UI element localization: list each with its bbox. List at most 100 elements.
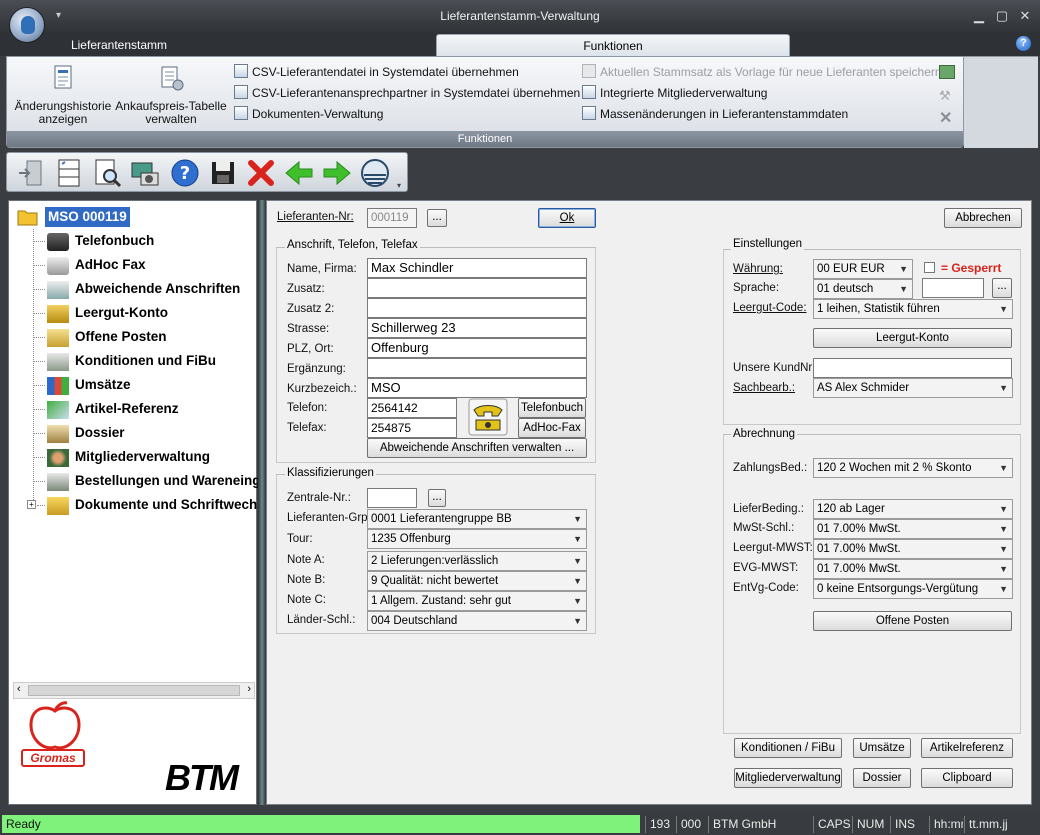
svg-text:?: ? — [180, 163, 190, 184]
tree-item-dokumente[interactable]: Dokumente und Schriftwechsel — [75, 496, 259, 520]
tree-item-bestellungen[interactable]: Bestellungen und Wareneingang — [75, 472, 259, 496]
close-icon[interactable]: ✕ — [1016, 8, 1034, 24]
tree-item-abweichende-anschriften[interactable]: Abweichende Anschriften — [75, 280, 259, 304]
name-firma-field[interactable]: Max Schindler — [367, 258, 587, 278]
leergut-mwst-select[interactable]: 01 7.00% MwSt. ▼ — [813, 539, 1013, 559]
previous-arrow-icon[interactable] — [283, 157, 315, 189]
scroll-left-icon[interactable]: ‹ — [17, 683, 21, 695]
evg-mwst-select[interactable]: 01 7.00% MwSt. ▼ — [813, 559, 1013, 579]
zusatz2-field[interactable] — [367, 298, 587, 318]
save-disk-icon[interactable] — [207, 157, 239, 189]
csv-ansprechpartner-button[interactable]: CSV-Lieferantenansprechpartner in System… — [234, 83, 580, 104]
entvg-code-select[interactable]: 0 keine Entsorgungs-Vergütung ▼ — [813, 579, 1013, 599]
minimize-icon[interactable]: ▁ — [970, 8, 988, 24]
ergaenzung-field[interactable] — [367, 358, 587, 378]
tree-item-artikel-referenz[interactable]: Artikel-Referenz — [75, 400, 259, 424]
gesperrt-checkbox[interactable] — [924, 262, 935, 273]
phone-dial-icon[interactable] — [468, 398, 508, 436]
adhoc-fax-button[interactable]: AdHoc-Fax — [518, 418, 586, 438]
sachbearb-select[interactable]: AS Alex Schmider ▼ — [813, 378, 1013, 398]
telefonbuch-button[interactable]: Telefonbuch — [518, 398, 586, 418]
tree-item-telefonbuch[interactable]: Telefonbuch — [75, 232, 259, 256]
csv-lieferantendatei-button[interactable]: CSV-Lieferantendatei in Systemdatei über… — [234, 62, 580, 83]
panel-splitter[interactable] — [258, 200, 266, 805]
leergut-mwst-value: 01 7.00% MwSt. — [817, 543, 901, 555]
ankaufspreis-tabelle-button[interactable]: Ankaufspreis-Tabelle verwalten — [115, 63, 227, 126]
globe-sync-icon[interactable] — [359, 157, 391, 189]
tab-lieferantenstamm[interactable]: Lieferantenstamm — [54, 34, 184, 56]
zentrale-nr-field[interactable] — [367, 488, 417, 508]
note-a-select[interactable]: 2 Lieferungen:verlässlich ▼ — [367, 551, 587, 571]
toolbar-overflow-icon[interactable]: ▾ — [397, 181, 401, 190]
scroll-right-icon[interactable]: › — [247, 683, 251, 695]
scrollbar-thumb[interactable] — [28, 685, 240, 696]
abweichende-anschriften-button[interactable]: Abweichende Anschriften verwalten ... — [367, 438, 587, 458]
next-arrow-icon[interactable] — [321, 157, 353, 189]
plz-ort-field[interactable]: Offenburg — [367, 338, 587, 358]
massenaenderungen-button[interactable]: Massenänderungen in Lieferantenstammdate… — [582, 104, 942, 125]
aenderungshistorie-button[interactable]: Änderungshistorie anzeigen — [11, 63, 115, 126]
zusatz-field[interactable] — [367, 278, 587, 298]
status-field-2: 000 — [676, 816, 706, 833]
tree-root-node[interactable]: MSO 000119 — [45, 207, 130, 227]
offene-posten-button[interactable]: Offene Posten — [813, 611, 1012, 631]
mwst-schl-select[interactable]: 01 7.00% MwSt. ▼ — [813, 519, 1013, 539]
zentrale-nr-browse-button[interactable]: ... — [428, 489, 446, 507]
telefax-label: Telefax: — [287, 422, 327, 434]
telefax-field[interactable]: 254875 — [367, 418, 457, 438]
strasse-field[interactable]: Schillerweg 23 — [367, 318, 587, 338]
tree-item-mitgliederverwaltung[interactable]: Mitgliederverwaltung — [75, 448, 259, 472]
camera-monitor-icon[interactable] — [129, 157, 161, 189]
tree-horizontal-scrollbar[interactable]: ‹ › — [13, 682, 255, 699]
lieferanten-nr-browse-button[interactable]: ... — [427, 209, 447, 227]
umsaetze-button[interactable]: Umsätze — [853, 738, 911, 758]
lieferanten-nr-field[interactable]: 000119 — [367, 208, 417, 228]
sprache-select[interactable]: 01 deutsch ▼ — [813, 279, 913, 299]
mitgliederverwaltung-ribbon-button[interactable]: Integrierte Mitgliederverwaltung — [582, 83, 942, 104]
note-c-select[interactable]: 1 Allgem. Zustand: sehr gut ▼ — [367, 591, 587, 611]
mitgliederverwaltung-button[interactable]: Mitgliederverwaltung — [734, 768, 842, 788]
sprache-browse-button[interactable]: ... — [992, 278, 1012, 298]
abbrechen-button[interactable]: Abbrechen — [944, 208, 1022, 228]
tree-item-umsaetze[interactable]: Umsätze — [75, 376, 259, 400]
leergut-konto-button[interactable]: Leergut-Konto — [813, 328, 1012, 348]
tree-item-konditionen-fibu[interactable]: Konditionen und FiBu — [75, 352, 259, 376]
tree-expand-icon[interactable]: + — [27, 500, 36, 509]
lieferanten-grp-select[interactable]: 0001 Lieferantengruppe BB ▼ — [367, 509, 587, 529]
laender-schl-select[interactable]: 004 Deutschland ▼ — [367, 611, 587, 631]
leergut-code-select[interactable]: 1 leihen, Statistik führen ▼ — [813, 299, 1013, 319]
search-document-icon[interactable] — [91, 157, 123, 189]
maximize-icon[interactable]: ▢ — [993, 8, 1011, 24]
excel-export-icon[interactable] — [939, 65, 955, 79]
waehrung-select[interactable]: 00 EUR EUR ▼ — [813, 259, 913, 279]
sprache-extra-field[interactable] — [922, 278, 984, 298]
note-b-select[interactable]: 9 Qualität: nicht bewertet ▼ — [367, 571, 587, 591]
exit-door-icon[interactable] — [15, 157, 47, 189]
konditionen-fibu-button[interactable]: Konditionen / FiBu — [734, 738, 842, 758]
app-menu-icon[interactable] — [9, 7, 45, 43]
zahlungsbed-select[interactable]: 120 2 Wochen mit 2 % Skonto ▼ — [813, 458, 1013, 478]
quick-access-dropdown-icon[interactable]: ▾ — [56, 10, 61, 21]
tree-item-offene-posten[interactable]: Offene Posten — [75, 328, 259, 352]
kurzbezeich-field[interactable]: MSO — [367, 378, 587, 398]
chevron-down-icon: ▼ — [573, 556, 582, 566]
dossier-button[interactable]: Dossier — [853, 768, 911, 788]
tour-select[interactable]: 1235 Offenburg ▼ — [367, 529, 587, 549]
tree-item-adhoc-fax[interactable]: AdHoc Fax — [75, 256, 259, 280]
kundnr-field[interactable] — [813, 358, 1012, 378]
ok-button[interactable]: Ok — [538, 208, 596, 228]
template-save-icon — [582, 64, 596, 78]
help-question-icon[interactable]: ? — [169, 157, 201, 189]
tree-item-leergut-konto[interactable]: Leergut-Konto — [75, 304, 259, 328]
lieferbeding-select[interactable]: 120 ab Lager ▼ — [813, 499, 1013, 519]
telefon-field[interactable]: 2564142 — [367, 398, 457, 418]
help-icon[interactable]: ? — [1016, 36, 1031, 51]
artikelreferenz-button[interactable]: Artikelreferenz — [921, 738, 1013, 758]
clipboard-button[interactable]: Clipboard — [921, 768, 1013, 788]
tab-funktionen[interactable]: Funktionen — [436, 34, 790, 56]
delete-x-icon[interactable] — [245, 157, 277, 189]
dokumenten-verwaltung-button[interactable]: Dokumenten-Verwaltung — [234, 104, 580, 125]
vorlage-speichern-button[interactable]: Aktuellen Stammsatz als Vorlage für neue… — [582, 62, 942, 83]
tree-item-dossier[interactable]: Dossier — [75, 424, 259, 448]
new-record-icon[interactable] — [53, 157, 85, 189]
